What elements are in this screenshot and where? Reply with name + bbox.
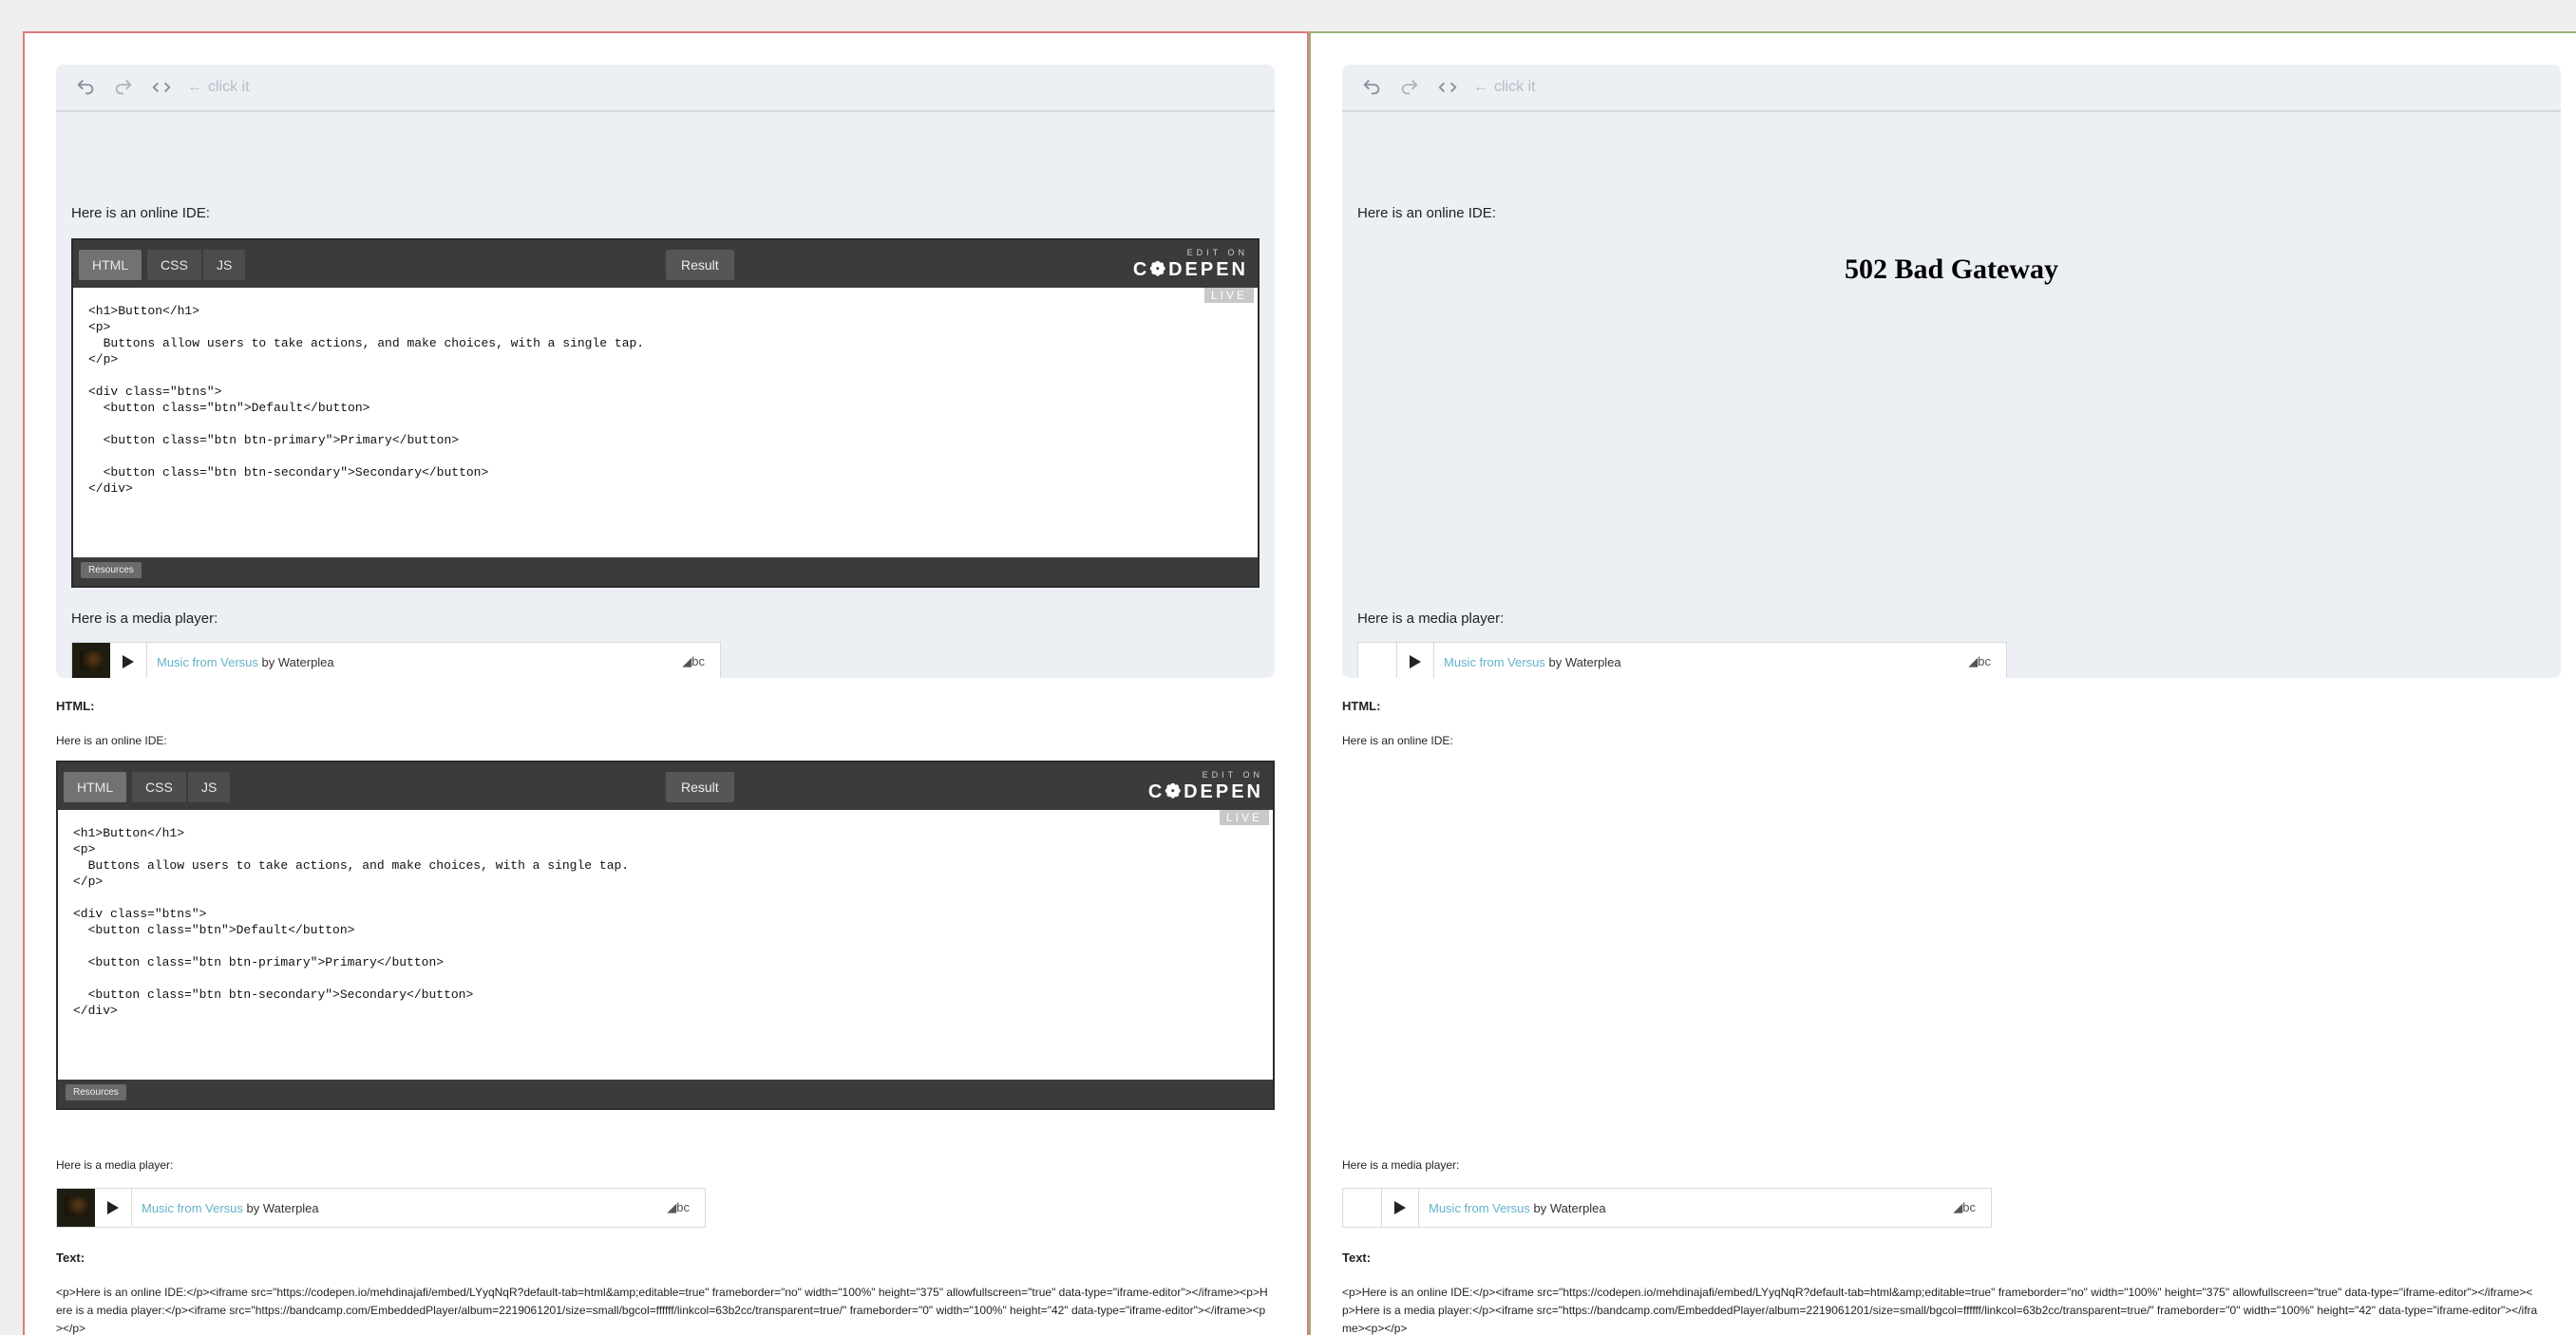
html-media-intro: Here is a media player: (1342, 1158, 1460, 1172)
code-area[interactable]: <h1>Button</h1> <p> Buttons allow users … (58, 810, 1273, 1080)
left-panel: ← click it Here is an online IDE: HTML CS… (23, 31, 1309, 1335)
undo-icon[interactable] (73, 75, 98, 100)
html-section-label: HTML: (56, 699, 95, 713)
album-link[interactable]: Music from Versus (157, 655, 258, 669)
track-info: Music from Versus by Waterplea (142, 1200, 319, 1215)
raw-text-output: <p>Here is an online IDE:</p><iframe src… (1342, 1286, 2538, 1335)
bandcamp-logo[interactable]: ◢bc (1953, 1200, 1991, 1215)
codepen-embed[interactable]: HTML CSS JS Result EDIT ON C❁DEPEN <h1>B… (71, 238, 1260, 588)
album-link[interactable]: Music from Versus (1444, 655, 1545, 669)
play-button[interactable] (1397, 643, 1434, 678)
tab-css[interactable]: CSS (132, 772, 186, 802)
codepen-footer: Resources (73, 557, 1258, 586)
html-media-intro: Here is a media player: (56, 1158, 174, 1172)
result-button[interactable]: Result (666, 250, 734, 280)
html-section-label: HTML: (1342, 699, 1381, 713)
ide-intro: Here is an online IDE: (1357, 205, 1496, 221)
html-ide-intro: Here is an online IDE: (56, 734, 167, 747)
ide-intro: Here is an online IDE: (71, 205, 210, 221)
play-button[interactable] (110, 643, 147, 678)
bandcamp-icon: ◢ (1968, 654, 1979, 668)
click-hint: ← click it (1473, 79, 1536, 95)
media-player[interactable]: Music from Versus by Waterplea ◢bc (1357, 642, 2007, 678)
html-media-player[interactable]: Music from Versus by Waterplea ◢bc (1342, 1188, 1992, 1228)
raw-text-output: <p>Here is an online IDE:</p><iframe src… (56, 1286, 1268, 1335)
live-badge: LIVE (1203, 288, 1254, 303)
editor-content[interactable]: Here is an online IDE: HTML CSS JS Resul… (71, 142, 1260, 678)
track-info: Music from Versus by Waterplea (157, 654, 334, 669)
play-icon (1410, 655, 1421, 668)
media-intro: Here is a media player: (71, 611, 218, 627)
editor-content[interactable]: Here is an online IDE: 502 Bad Gateway H… (1357, 142, 2546, 678)
play-button[interactable] (1382, 1189, 1419, 1227)
tab-js[interactable]: JS (188, 772, 231, 802)
bandcamp-logo[interactable]: ◢bc (1968, 654, 2006, 669)
right-panel: ← click it Here is an online IDE: 502 Bad… (1309, 31, 2576, 1335)
resources-button[interactable]: Resources (66, 1084, 126, 1100)
play-icon (1394, 1201, 1406, 1214)
codepen-iframe-error: 502 Bad Gateway (1357, 221, 2546, 588)
error-title: 502 Bad Gateway (1845, 254, 2058, 285)
html-codepen-embed[interactable]: HTML CSS JS Result EDIT ON C❁DEPEN <h1>B… (56, 761, 1275, 1110)
album-link[interactable]: Music from Versus (142, 1201, 243, 1215)
bandcamp-icon: ◢ (1953, 1200, 1963, 1214)
undo-icon[interactable] (1359, 75, 1384, 100)
code-view-icon[interactable] (149, 75, 174, 100)
bandcamp-logo[interactable]: ◢bc (682, 654, 720, 669)
code-area[interactable]: <h1>Button</h1> <p> Buttons allow users … (73, 288, 1258, 557)
tab-css[interactable]: CSS (147, 250, 201, 280)
bandcamp-logo[interactable]: ◢bc (667, 1200, 705, 1215)
track-info: Music from Versus by Waterplea (1444, 654, 1621, 669)
html-media-player[interactable]: Music from Versus by Waterplea ◢bc (56, 1188, 706, 1228)
bandcamp-icon: ◢ (667, 1200, 677, 1214)
text-section-label: Text: (56, 1250, 85, 1265)
album-art[interactable] (57, 1189, 95, 1227)
arrow-left-icon: ← (1473, 79, 1488, 95)
arrow-left-icon: ← (187, 79, 202, 95)
code-view-icon[interactable] (1435, 75, 1460, 100)
track-info: Music from Versus by Waterplea (1429, 1200, 1606, 1215)
media-intro: Here is a media player: (1357, 611, 1505, 627)
play-icon (123, 655, 134, 668)
tab-html[interactable]: HTML (79, 250, 142, 280)
album-link[interactable]: Music from Versus (1429, 1201, 1530, 1215)
album-art[interactable] (1343, 1189, 1382, 1227)
redo-icon[interactable] (1397, 75, 1422, 100)
tab-html[interactable]: HTML (64, 772, 127, 802)
live-badge: LIVE (1219, 810, 1269, 825)
editor-toolbar: ← click it (1342, 65, 2561, 112)
redo-icon[interactable] (111, 75, 136, 100)
html-ide-intro: Here is an online IDE: (1342, 734, 1453, 747)
codepen-logo[interactable]: EDIT ON C❁DEPEN (1148, 770, 1263, 803)
text-section-label: Text: (1342, 1250, 1372, 1265)
album-art[interactable] (72, 643, 110, 678)
rich-text-editor[interactable]: ← click it Here is an online IDE: 502 Bad… (1342, 65, 2561, 678)
result-button[interactable]: Result (666, 772, 734, 802)
media-player[interactable]: Music from Versus by Waterplea ◢bc (71, 642, 721, 678)
rich-text-editor[interactable]: ← click it Here is an online IDE: HTML CS… (56, 65, 1275, 678)
resources-button[interactable]: Resources (81, 562, 142, 578)
editor-toolbar: ← click it (56, 65, 1275, 112)
codepen-tabbar: HTML CSS JS Result EDIT ON C❁DEPEN (73, 240, 1258, 288)
play-button[interactable] (95, 1189, 132, 1227)
tab-js[interactable]: JS (203, 250, 246, 280)
album-art[interactable] (1358, 643, 1397, 678)
bandcamp-icon: ◢ (682, 654, 692, 668)
click-hint: ← click it (187, 79, 250, 95)
codepen-logo[interactable]: EDIT ON C❁DEPEN (1133, 248, 1248, 281)
play-icon (107, 1201, 119, 1214)
